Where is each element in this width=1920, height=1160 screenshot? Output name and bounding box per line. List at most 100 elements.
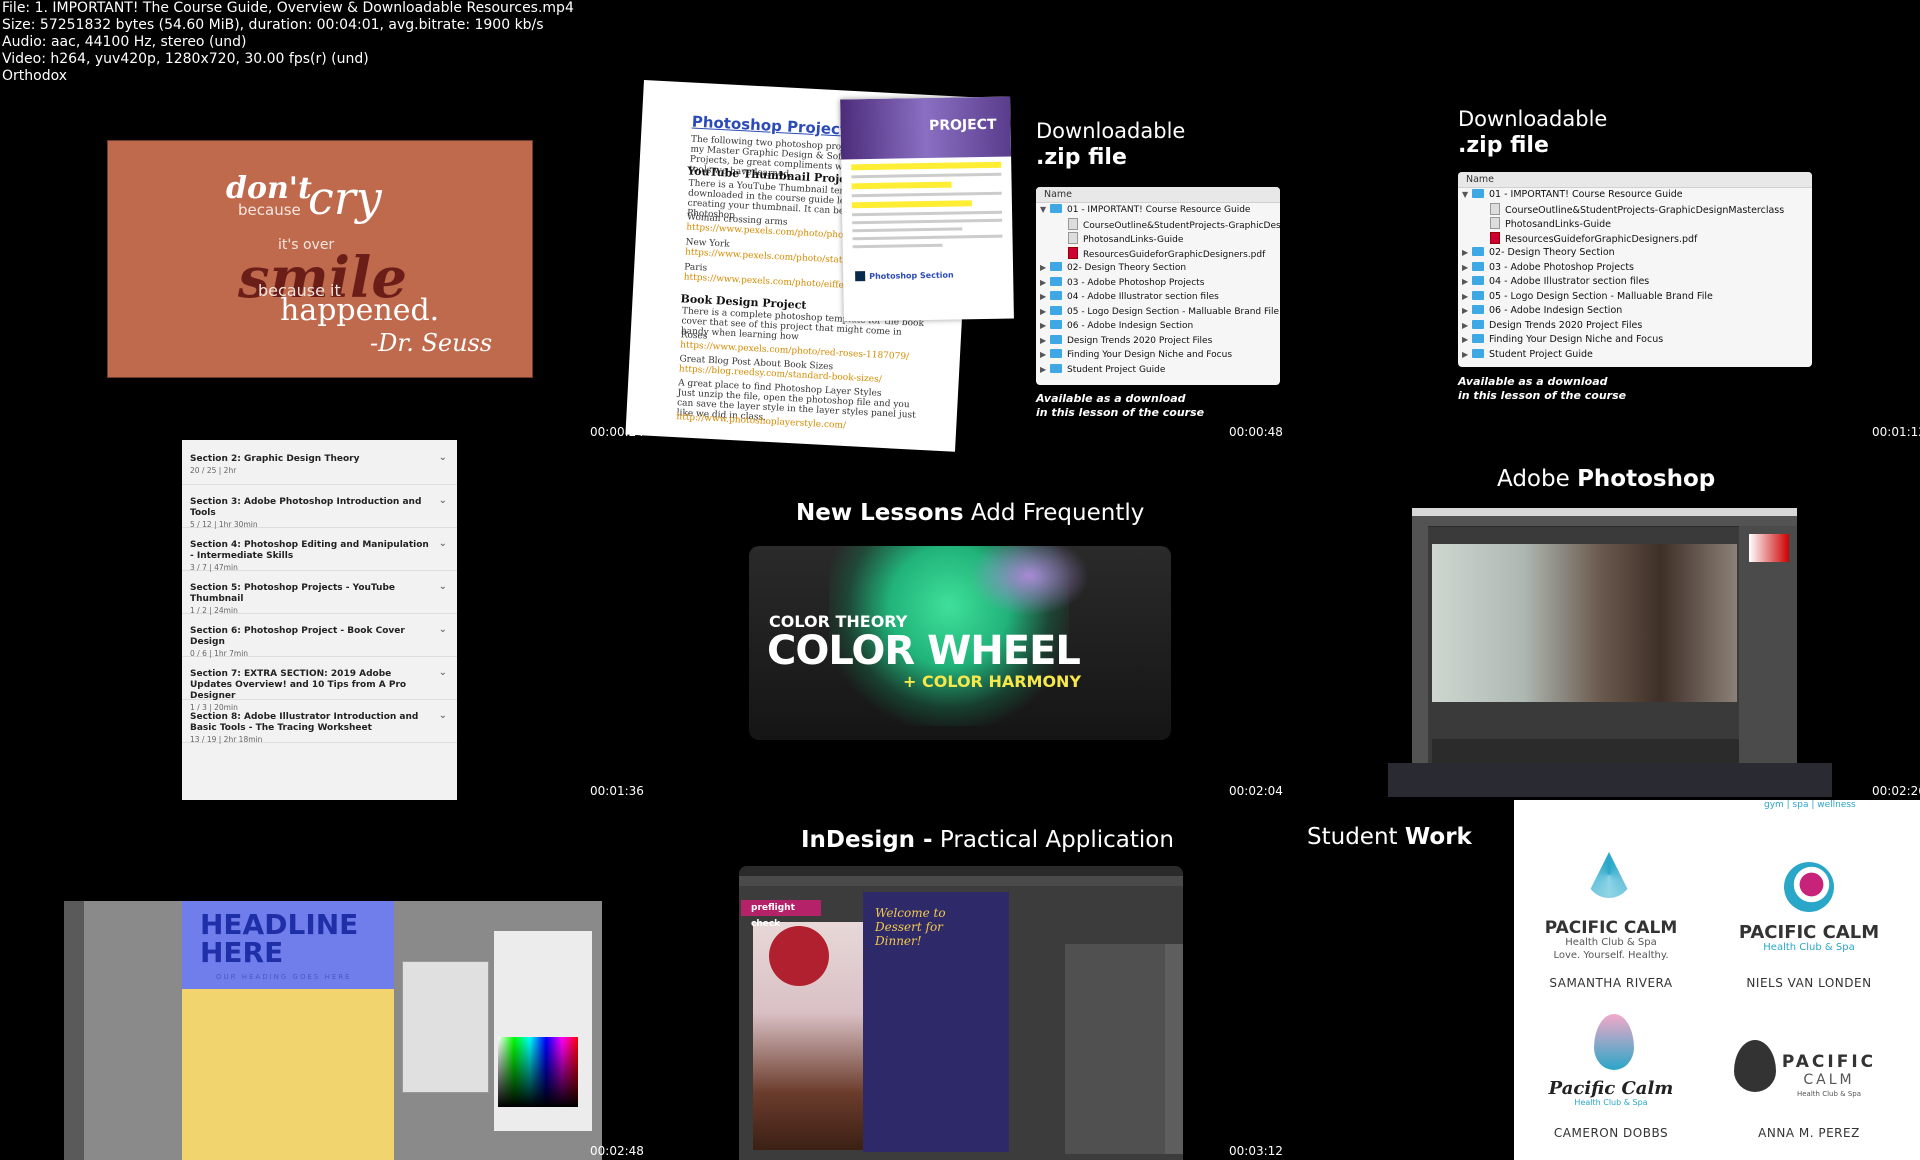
- file-row[interactable]: PhotosandLinks-Guide: [1458, 217, 1812, 232]
- headline-text: HEADLINE HERE: [200, 908, 359, 969]
- zip-title-2: Downloadable .zip file: [1458, 106, 1607, 159]
- disclosure-open-icon[interactable]: ▼: [1040, 203, 1050, 218]
- file-icon: [1068, 217, 1078, 230]
- zip-title-line2: .zip file: [1458, 133, 1549, 158]
- timestamp: 00:00:48: [1229, 425, 1283, 439]
- purple-smoke: [969, 546, 1089, 616]
- disclosure-closed-icon[interactable]: ▶: [1040, 363, 1050, 378]
- drop-logo-icon: [1594, 1014, 1634, 1070]
- chevron-down-icon[interactable]: ⌄: [439, 495, 447, 506]
- disclosure-closed-icon[interactable]: ▶: [1040, 348, 1050, 363]
- color-picker[interactable]: [1749, 534, 1789, 562]
- file-row[interactable]: ▼ 01 - IMPORTANT! Course Resource Guide: [1458, 188, 1812, 203]
- color-harmony-label: + COLOR HARMONY: [903, 672, 1082, 691]
- file-row[interactable]: ▶ Student Project Guide: [1036, 363, 1280, 378]
- file-row[interactable]: ▶ Design Trends 2020 Project Files: [1036, 334, 1280, 349]
- file-label: Design Trends 2020 Project Files: [1489, 319, 1643, 331]
- section-title: Section 5: Photoshop Projects - YouTube …: [190, 583, 396, 604]
- file-icon: [1490, 217, 1500, 229]
- folder-icon: [1050, 305, 1062, 315]
- file-row[interactable]: ▶ 02- Design Theory Section: [1036, 261, 1280, 276]
- chevron-down-icon[interactable]: ⌄: [439, 667, 447, 678]
- file-label: PhotosandLinks-Guide: [1083, 235, 1184, 245]
- file-label: ResourcesGuideforGraphicDesigners.pdf: [1083, 249, 1266, 260]
- file-row[interactable]: ▶ 04 - Adobe Illustrator section files: [1036, 290, 1280, 305]
- disclosure-open-icon[interactable]: ▼: [1462, 188, 1472, 203]
- disclosure-closed-icon[interactable]: ▶: [1462, 246, 1472, 261]
- section-item[interactable]: Section 8: Adobe Illustrator Introductio…: [182, 700, 457, 744]
- disclosure-closed-icon[interactable]: ▶: [1462, 348, 1472, 363]
- zip-caption-2: Available as a download in this lesson o…: [1458, 375, 1626, 403]
- chevron-down-icon[interactable]: ⌄: [439, 624, 447, 635]
- file-label: 03 - Adobe Photoshop Projects: [1067, 277, 1205, 288]
- disclosure-closed-icon[interactable]: ▶: [1462, 290, 1472, 305]
- disclosure-closed-icon[interactable]: ▶: [1462, 261, 1472, 276]
- color-wheel-thumbnail[interactable]: COLOR THEORY COLOR WHEEL + COLOR HARMONY: [749, 546, 1171, 740]
- raspberry: [769, 926, 829, 986]
- disclosure-closed-icon[interactable]: ▶: [1040, 276, 1050, 291]
- disclosure-closed-icon[interactable]: ▶: [1040, 290, 1050, 305]
- file-row[interactable]: ResourcesGuideforGraphicDesigners.pdf: [1036, 246, 1280, 262]
- file-row[interactable]: ▶ Design Trends 2020 Project Files: [1458, 319, 1812, 334]
- name-column-header[interactable]: Name: [1458, 172, 1812, 188]
- folder-icon: [1050, 320, 1062, 329]
- file-row[interactable]: ▶ 05 - Logo Design Section - Malluable Br…: [1036, 305, 1280, 320]
- chevron-down-icon[interactable]: ⌄: [439, 581, 447, 592]
- logo-name: PACIFIC CALM: [1544, 918, 1678, 938]
- portrait-canvas[interactable]: [1432, 544, 1737, 702]
- disclosure-closed-icon[interactable]: ▶: [1040, 305, 1050, 320]
- file-row[interactable]: ▶ 06 - Adobe Indesign Section: [1036, 319, 1280, 334]
- file-row[interactable]: CourseOutline&StudentProjects-GraphicDes…: [1036, 217, 1280, 233]
- file-row[interactable]: ▶ 02- Design Theory Section: [1458, 246, 1812, 261]
- body-block: [182, 989, 394, 1160]
- file-row[interactable]: PhotosandLinks-Guide: [1036, 232, 1280, 247]
- disclosure-closed-icon[interactable]: ▶: [1462, 304, 1472, 319]
- logo-tag: Love. Yourself. Healthy.: [1553, 950, 1669, 961]
- file-label: 05 - Logo Design Section - Malluable Bra…: [1067, 306, 1280, 317]
- chevron-down-icon[interactable]: ⌄: [439, 452, 447, 463]
- logo-sub: Health Club & Spa: [1565, 937, 1657, 948]
- new-lessons-title: New Lessons Add Frequently: [796, 500, 1144, 526]
- section-item[interactable]: Section 3: Adobe Photoshop Introduction …: [182, 485, 457, 529]
- folder-icon: [1472, 334, 1484, 343]
- section-item[interactable]: Section 4: Photoshop Editing and Manipul…: [182, 528, 457, 572]
- panel-strip: [1165, 944, 1183, 1154]
- zip-title-line2: .zip file: [1036, 145, 1127, 170]
- chevron-down-icon[interactable]: ⌄: [439, 538, 447, 549]
- course-sections-list: Section 2: Graphic Design Theory 20 / 25 …: [182, 440, 457, 800]
- disclosure-closed-icon[interactable]: ▶: [1462, 319, 1472, 334]
- file-row[interactable]: ResourcesGuideforGraphicDesigners.pdf: [1458, 231, 1812, 247]
- file-row[interactable]: ▶ 03 - Adobe Photoshop Projects: [1458, 261, 1812, 276]
- chevron-down-icon[interactable]: ⌄: [439, 710, 447, 721]
- folder-icon: [1472, 305, 1484, 314]
- section-item[interactable]: Section 5: Photoshop Projects - YouTube …: [182, 571, 457, 615]
- file-row[interactable]: ▶ 05 - Logo Design Section - Malluable Br…: [1458, 290, 1812, 305]
- disclosure-closed-icon[interactable]: ▶: [1462, 275, 1472, 290]
- section-item[interactable]: Section 6: Photoshop Project - Book Cove…: [182, 614, 457, 658]
- folder-icon: [1050, 363, 1062, 373]
- section-item[interactable]: Section 2: Graphic Design Theory 20 / 25 …: [182, 442, 457, 485]
- file-row[interactable]: ▶ Finding Your Design Niche and Focus: [1458, 333, 1812, 348]
- folder-icon: [1050, 204, 1062, 213]
- disclosure-closed-icon[interactable]: ▶: [1040, 319, 1050, 334]
- file-row[interactable]: ▶ 03 - Adobe Photoshop Projects: [1036, 276, 1280, 291]
- project-title: PROJECT: [928, 116, 997, 134]
- file-label: 01 - IMPORTANT! Course Resource Guide: [1489, 189, 1683, 200]
- file-row[interactable]: ▶ Student Project Guide: [1458, 348, 1812, 363]
- student-name: SAMANTHA RIVERA: [1549, 976, 1673, 990]
- file-row[interactable]: CourseOutline&StudentProjects-GraphicDes…: [1458, 202, 1812, 218]
- student-bold: Work: [1404, 824, 1472, 850]
- disclosure-closed-icon[interactable]: ▶: [1040, 261, 1050, 276]
- file-row[interactable]: ▶ Finding Your Design Niche and Focus: [1036, 348, 1280, 363]
- indesign-rest: Practical Application: [932, 827, 1174, 853]
- color-wheel-label: COLOR WHEEL: [767, 628, 1081, 674]
- color-gradient[interactable]: [498, 1037, 578, 1107]
- disclosure-closed-icon[interactable]: ▶: [1462, 333, 1472, 348]
- section-item[interactable]: Section 7: EXTRA SECTION: 2019 Adobe Upd…: [182, 657, 457, 712]
- file-row[interactable]: ▼ 01 - IMPORTANT! Course Resource Guide: [1036, 203, 1280, 218]
- file-row[interactable]: ▶ 04 - Adobe Illustrator section files: [1458, 275, 1812, 290]
- file-row[interactable]: ▶ 06 - Adobe Indesign Section: [1458, 304, 1812, 319]
- disclosure-closed-icon[interactable]: ▶: [1040, 334, 1050, 349]
- name-column-header[interactable]: Name: [1036, 187, 1280, 203]
- section-title: Section 2: Graphic Design Theory: [190, 454, 360, 464]
